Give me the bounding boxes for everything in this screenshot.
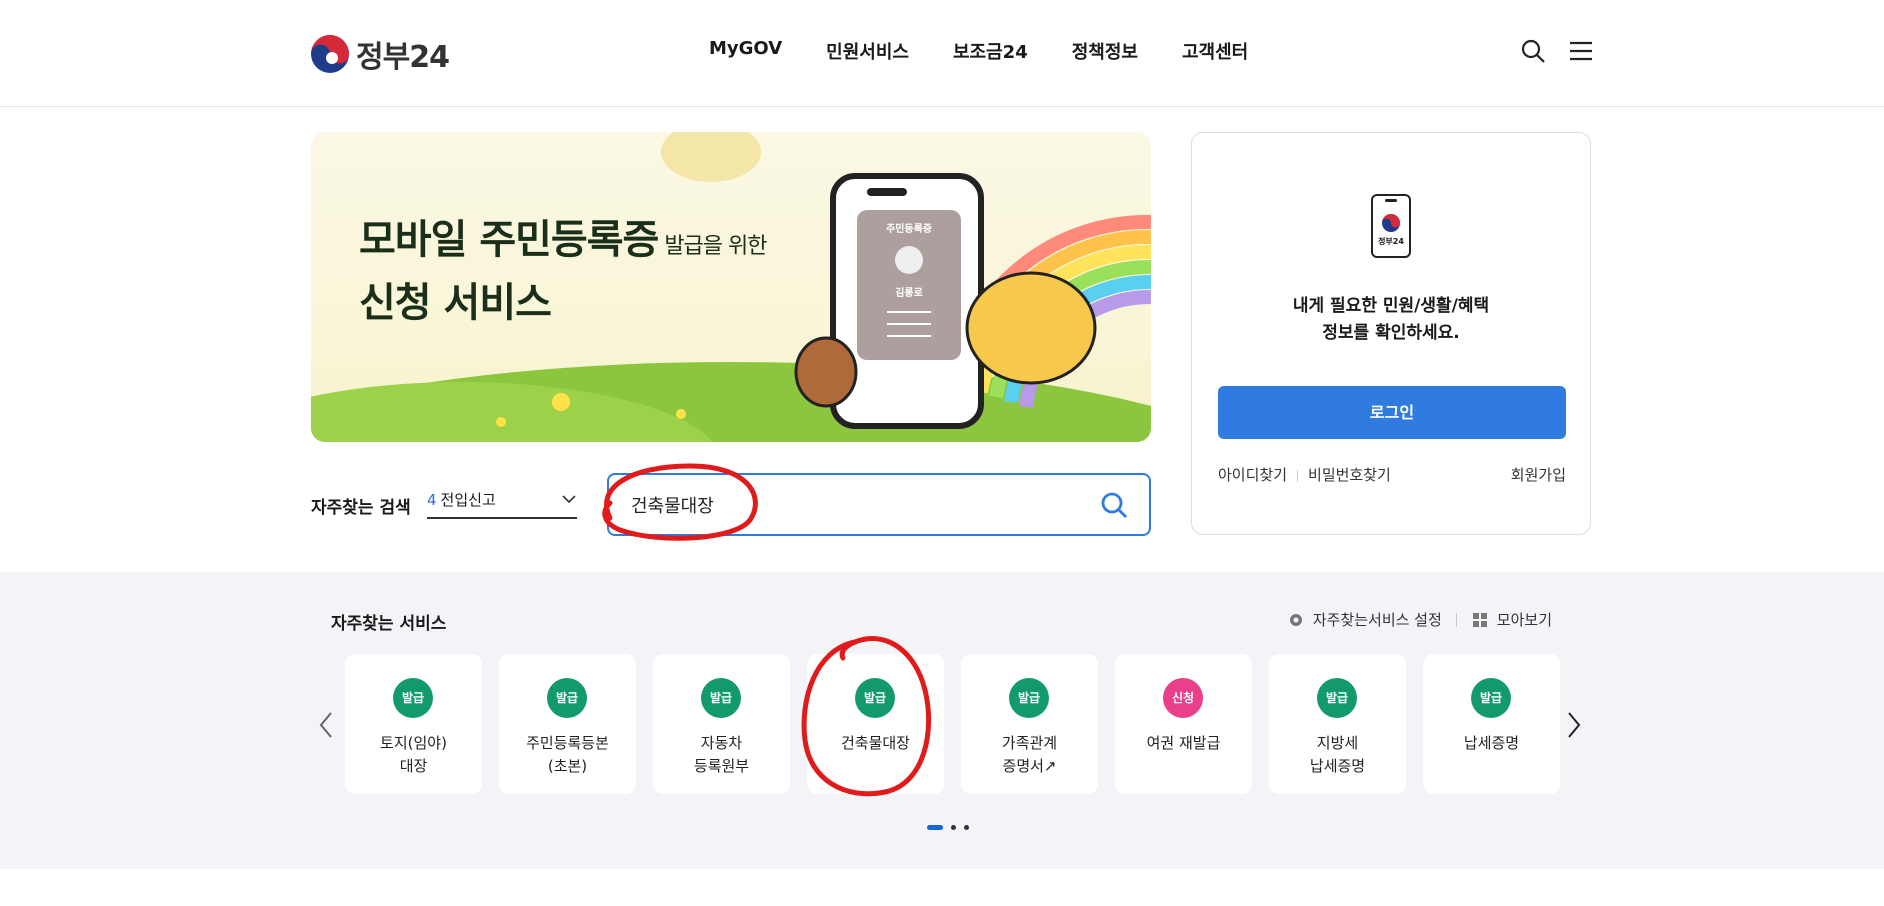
service-card-building-register[interactable]: 발급건축물대장 <box>807 654 944 794</box>
main-nav: MyGOV 민원서비스 보조금24 정책정보 고객센터 <box>709 38 1292 64</box>
issue-badge: 발급 <box>701 678 741 718</box>
frequent-search-label: 자주찾는 검색 <box>311 498 411 518</box>
nav-subsidy24[interactable]: 보조금24 <box>953 38 1028 64</box>
service-label: 가족관계 증명서↗ <box>1001 734 1058 775</box>
services-settings-link[interactable]: 자주찾는서비스 설정 <box>1313 609 1442 630</box>
services-tools: 자주찾는서비스 설정 모아보기 <box>1287 609 1552 630</box>
chevron-down-icon <box>562 495 576 504</box>
select-value: 전입신고 <box>440 491 496 509</box>
menu-icon[interactable] <box>1568 38 1594 64</box>
search-row: 자주찾는 검색 4 전입신고 <box>311 473 1151 536</box>
service-card-passport-reissue[interactable]: 신청여권 재발급 <box>1115 654 1252 794</box>
service-label: 건축물대장 <box>840 734 910 752</box>
apply-badge: 신청 <box>1163 678 1203 718</box>
mobile-phone-icon: 정부24 <box>1370 193 1412 259</box>
find-password-link[interactable]: 비밀번호찾기 <box>1308 464 1391 485</box>
banner-title: 모바일 주민등록증 발급을 위한 신청 서비스 <box>359 212 768 331</box>
frequent-services-section: 자주찾는 서비스 자주찾는서비스 설정 모아보기 발급토지(임야) 대장 발급주… <box>0 572 1884 869</box>
search-box <box>607 473 1151 536</box>
service-card-vehicle-register[interactable]: 발급자동차 등록원부 <box>653 654 790 794</box>
service-label: 여권 재발급 <box>1146 734 1221 752</box>
service-card-local-tax-cert[interactable]: 발급지방세 납세증명 <box>1269 654 1406 794</box>
gear-icon <box>1289 613 1302 626</box>
service-label: 납세증명 <box>1463 734 1520 752</box>
login-message-line2: 정보를 확인하세요. <box>1322 323 1460 343</box>
service-label: 지방세 납세증명 <box>1309 734 1366 775</box>
service-cards: 발급토지(임야) 대장 발급주민등록등본 (초본) 발급자동차 등록원부 발급건… <box>345 654 1560 794</box>
tools-divider <box>1455 612 1457 627</box>
page-dot-3[interactable] <box>964 825 969 830</box>
services-title: 자주찾는 서비스 <box>331 614 447 634</box>
service-label: 주민등록등본 (초본) <box>526 734 609 775</box>
view-all-link[interactable]: 모아보기 <box>1497 609 1552 630</box>
search-input[interactable] <box>631 489 1071 521</box>
nav-policy-info[interactable]: 정책정보 <box>1072 38 1138 64</box>
banner-title-line1: 모바일 주민등록증 <box>359 217 659 263</box>
service-card-land-register[interactable]: 발급토지(임야) 대장 <box>345 654 482 794</box>
search-icon[interactable] <box>1520 38 1546 64</box>
page-dot-1[interactable] <box>927 825 943 830</box>
service-card-tax-cert[interactable]: 발급납세증명 <box>1423 654 1560 794</box>
nav-customer-center[interactable]: 고객센터 <box>1182 38 1248 64</box>
site-logo[interactable]: 정부24 <box>310 32 450 76</box>
nav-mygov[interactable]: MyGOV <box>709 38 782 64</box>
site-header: 정부24 MyGOV 민원서비스 보조금24 정책정보 고객센터 <box>0 0 1884 107</box>
page-dot-2[interactable] <box>951 825 956 830</box>
grid-icon <box>1472 612 1487 627</box>
phone-label: 정부24 <box>1378 237 1404 246</box>
header-icons <box>1520 38 1594 64</box>
banner-card-title: 주민등록증 <box>886 224 932 235</box>
issue-badge: 발급 <box>393 678 433 718</box>
search-submit-icon[interactable] <box>1099 490 1129 520</box>
service-card-family-relation[interactable]: 발급가족관계 증명서↗ <box>961 654 1098 794</box>
issue-badge: 발급 <box>855 678 895 718</box>
issue-badge: 발급 <box>1317 678 1357 718</box>
service-label: 자동차 등록원부 <box>693 734 750 775</box>
nav-civil-service[interactable]: 민원서비스 <box>826 38 909 64</box>
frequent-search-select[interactable]: 4 전입신고 <box>427 489 577 519</box>
banner-title-line2: 신청 서비스 <box>359 280 552 326</box>
carousel-pagination <box>927 825 969 830</box>
chevron-right-icon[interactable] <box>1564 710 1584 740</box>
join-link[interactable]: 회원가입 <box>1511 464 1566 485</box>
login-message-line1: 내게 필요한 민원/생활/혜택 <box>1292 296 1490 316</box>
link-divider <box>1297 469 1299 482</box>
select-rank: 4 <box>427 491 437 509</box>
banner-title-small: 발급을 위한 <box>658 234 767 259</box>
service-card-resident-copy[interactable]: 발급주민등록등본 (초본) <box>499 654 636 794</box>
service-label: 토지(임야) 대장 <box>380 734 447 775</box>
issue-badge: 발급 <box>547 678 587 718</box>
login-button[interactable]: 로그인 <box>1218 386 1566 439</box>
logo-text: 정부24 <box>356 40 450 75</box>
promo-banner[interactable]: 모바일 주민등록증 발급을 위한 신청 서비스 주민등록증 김롱로 <box>311 132 1151 442</box>
chevron-left-icon[interactable] <box>316 710 336 740</box>
issue-badge: 발급 <box>1471 678 1511 718</box>
login-card: 정부24 내게 필요한 민원/생활/혜택 정보를 확인하세요. 로그인 아이디찾… <box>1191 132 1591 535</box>
taegeuk-logo-icon <box>311 35 349 73</box>
issue-badge: 발급 <box>1009 678 1049 718</box>
banner-card-name: 김롱로 <box>895 288 923 299</box>
find-id-link[interactable]: 아이디찾기 <box>1218 464 1287 485</box>
login-message: 내게 필요한 민원/생활/혜택 정보를 확인하세요. <box>1192 293 1590 347</box>
login-links: 아이디찾기 비밀번호찾기 회원가입 <box>1218 464 1566 485</box>
